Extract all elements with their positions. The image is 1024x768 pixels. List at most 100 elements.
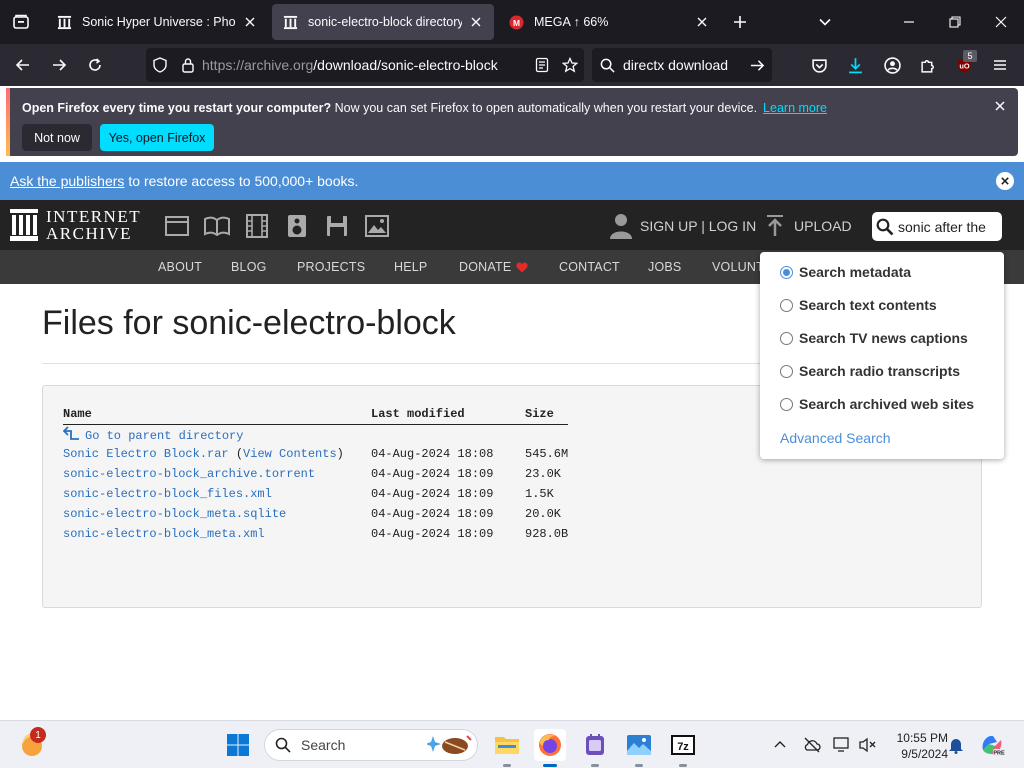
nav-projects[interactable]: PROJECTS: [297, 250, 365, 284]
app-purple[interactable]: [579, 729, 611, 767]
nav-contact[interactable]: CONTACT: [559, 250, 620, 284]
cloud-off-icon: [804, 737, 821, 753]
reload-button[interactable]: [80, 50, 110, 80]
close-icon[interactable]: [694, 14, 710, 30]
notification-center-button[interactable]: [940, 729, 972, 761]
copilot-button[interactable]: PRE: [976, 729, 1008, 761]
taskbar-search[interactable]: Search: [264, 729, 478, 761]
downloads-button[interactable]: [840, 50, 870, 80]
tray-cloud-offline[interactable]: [796, 729, 828, 761]
video-film-icon[interactable]: [244, 213, 270, 239]
tab-sonic-hyper-universe[interactable]: Sonic Hyper Universe : Phoenix: [46, 4, 268, 40]
upload-link[interactable]: UPLOAD: [766, 212, 852, 240]
search-option-text[interactable]: Search text contents: [780, 295, 937, 315]
extensions-button[interactable]: [913, 50, 943, 80]
ask-the-publishers-link[interactable]: Ask the publishers: [10, 173, 124, 189]
software-floppy-icon[interactable]: [324, 213, 350, 239]
forward-button[interactable]: [44, 50, 74, 80]
nav-jobs[interactable]: JOBS: [648, 250, 681, 284]
minimize-button[interactable]: [886, 0, 932, 44]
restore-button[interactable]: [932, 0, 978, 44]
bookmark-star-icon[interactable]: [556, 48, 584, 82]
radio-unselected[interactable]: [780, 364, 793, 378]
option-label: Search radio transcripts: [799, 363, 961, 379]
close-icon: [995, 16, 1007, 28]
ublock-origin-button[interactable]: uO 5: [949, 50, 979, 80]
list-all-tabs-button[interactable]: [802, 0, 848, 44]
start-button[interactable]: [222, 729, 254, 761]
file-name-cell: sonic-electro-block_meta.sqlite: [63, 504, 371, 524]
option-label: Search TV news captions: [799, 330, 968, 346]
file-explorer-app[interactable]: [491, 729, 523, 767]
firefox-app[interactable]: [534, 729, 566, 767]
ia-search-input[interactable]: [898, 218, 996, 235]
parent-directory-link[interactable]: Go to parent directory: [62, 426, 243, 443]
not-now-button[interactable]: Not now: [22, 124, 92, 151]
radio-unselected[interactable]: [780, 298, 793, 312]
firefox-icon: [539, 734, 561, 756]
system-clock[interactable]: 10:55 PM 9/5/2024: [884, 730, 948, 762]
learn-more-link[interactable]: Learn more: [763, 101, 827, 115]
nav-about[interactable]: ABOUT: [158, 250, 202, 284]
pocket-button[interactable]: [804, 50, 834, 80]
file-link[interactable]: sonic-electro-block_meta.xml: [63, 527, 265, 541]
close-icon[interactable]: [468, 14, 484, 30]
search-option-metadata[interactable]: Search metadata: [780, 262, 911, 282]
file-link[interactable]: Sonic Electro Block.rar: [63, 447, 229, 461]
folder-icon: [495, 737, 519, 754]
nav-blog[interactable]: BLOG: [231, 250, 267, 284]
running-indicator: [503, 764, 511, 767]
radio-unselected[interactable]: [780, 397, 793, 411]
radio-selected[interactable]: [780, 265, 793, 279]
images-icon[interactable]: [364, 213, 390, 239]
tray-volume-muted[interactable]: [852, 729, 884, 761]
web-icon[interactable]: [164, 213, 190, 239]
new-tab-button[interactable]: [726, 8, 754, 36]
yes-open-firefox-button[interactable]: Yes, open Firefox: [100, 124, 214, 151]
texts-icon[interactable]: [204, 213, 230, 239]
radio-unselected[interactable]: [780, 331, 793, 345]
tab-mega[interactable]: M MEGA ↑ 66%: [498, 4, 720, 40]
photos-app[interactable]: [623, 729, 655, 767]
search-option-web[interactable]: Search archived web sites: [780, 394, 974, 414]
nav-donate[interactable]: DONATE: [459, 250, 528, 284]
search-option-tv[interactable]: Search TV news captions: [780, 328, 968, 348]
shield-icon[interactable]: [146, 48, 174, 82]
weather-widget[interactable]: 1: [16, 727, 48, 761]
search-option-radio[interactable]: Search radio transcripts: [780, 361, 960, 381]
close-icon[interactable]: [242, 14, 258, 30]
tab-title: MEGA ↑ 66%: [534, 15, 609, 29]
empty-cell: [371, 424, 525, 444]
tab-sonic-electro-block[interactable]: sonic-electro-block directory li: [272, 4, 494, 40]
table-row: Go to parent directory: [62, 424, 568, 444]
window-close-button[interactable]: [978, 0, 1024, 44]
lock-icon[interactable]: [174, 48, 202, 82]
search-go-icon[interactable]: [742, 58, 772, 73]
nav-volunteer[interactable]: VOLUNT: [712, 250, 764, 284]
account-button[interactable]: [877, 50, 907, 80]
file-link[interactable]: sonic-electro-block_meta.sqlite: [63, 507, 286, 521]
view-contents-link[interactable]: View Contents: [243, 447, 337, 461]
banner-close-button[interactable]: [996, 172, 1014, 190]
notification-close-button[interactable]: [992, 98, 1008, 114]
reader-view-icon[interactable]: [528, 48, 556, 82]
show-hidden-icons-button[interactable]: [764, 729, 796, 761]
sign-up-login-link[interactable]: SIGN UP | LOG IN: [610, 212, 756, 240]
7zip-app[interactable]: 7z: [667, 729, 699, 767]
file-modified: 04-Aug-2024 18:09: [371, 487, 494, 501]
file-name-cell: sonic-electro-block_archive.torrent: [63, 464, 371, 484]
audio-speaker-icon[interactable]: [284, 213, 310, 239]
running-indicator: [591, 764, 599, 767]
tab-overview-button[interactable]: [0, 0, 42, 44]
back-button[interactable]: [8, 50, 38, 80]
app-menu-button[interactable]: [985, 50, 1015, 80]
internet-archive-logo[interactable]: INTERNET ARCHIVE: [10, 208, 141, 242]
search-bar[interactable]: directx download: [592, 48, 772, 82]
nav-help[interactable]: HELP: [394, 250, 427, 284]
file-link[interactable]: sonic-electro-block_files.xml: [63, 487, 272, 501]
banner-text: to restore access to 500,000+ books.: [128, 173, 359, 189]
advanced-search-link[interactable]: Advanced Search: [780, 430, 891, 446]
url-bar[interactable]: https://archive.org/download/sonic-elect…: [146, 48, 584, 82]
file-link[interactable]: sonic-electro-block_archive.torrent: [63, 467, 315, 481]
url-text[interactable]: https://archive.org/download/sonic-elect…: [202, 57, 528, 73]
